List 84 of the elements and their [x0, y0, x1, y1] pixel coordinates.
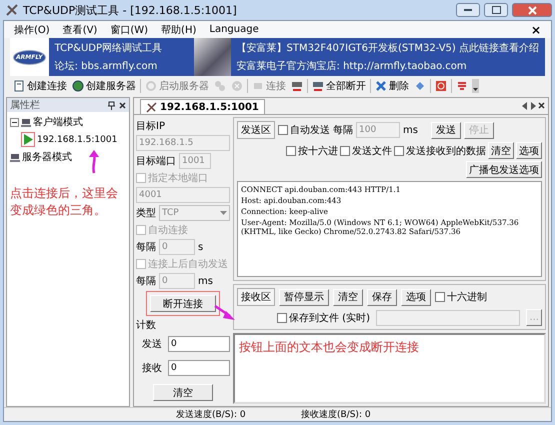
checkbox[interactable]: 按十六进 [286, 144, 338, 158]
collapse-icon[interactable] [10, 118, 19, 126]
product-link[interactable]: 【安富莱】STM32F407IGT6开发板(STM32-V5) 点此链接查看介绍 [236, 41, 539, 55]
maximize-button[interactable] [484, 3, 508, 17]
option-button[interactable]: 清空 [488, 142, 514, 159]
annotation-note: 点击连接后，这里会变成绿色的三角。 [10, 185, 119, 219]
toolbar-button[interactable]: 创建连接 [12, 78, 68, 92]
field-label: 每隔 [136, 241, 156, 254]
checkbox[interactable]: 自动发送 [278, 123, 330, 137]
field-label: 发送 [142, 338, 162, 351]
sent-count-field[interactable]: 0 [168, 336, 230, 352]
minimize-icon [464, 8, 472, 12]
menu-item[interactable]: 查看(V) [62, 22, 98, 36]
checkbox[interactable]: 发送文件 [340, 144, 392, 158]
menu-item[interactable]: Language [209, 24, 259, 35]
field-label: 目标IP [136, 120, 166, 133]
unit-label: ms [198, 276, 213, 286]
receive-text-area[interactable]: 按钮上面的文本也会变成断开连接 [233, 333, 546, 404]
app-icon [5, 3, 19, 17]
pointer-arrow [214, 305, 236, 321]
disconnect-button[interactable]: 断开连接 [150, 295, 216, 312]
toolbar-button[interactable]: 全部断开 [311, 78, 367, 92]
cross-icon [375, 80, 387, 92]
checkbox[interactable]: 发送接收到的数据 [394, 144, 486, 158]
annotation-note: 按钮上面的文本也会变成断开连接 [239, 340, 419, 354]
shop-link[interactable]: 安富莱电子官方淘宝店: http://armfly.taobao.com [236, 59, 539, 73]
photo-placeholder [194, 38, 231, 76]
field-label: 每隔 [333, 124, 353, 137]
field-label: 接收 [142, 362, 162, 375]
send-button[interactable]: 发送 [430, 122, 461, 138]
forum-link[interactable]: 论坛: bbs.armfly.com [54, 59, 188, 73]
globe-icon [72, 80, 84, 92]
close-icon [528, 6, 536, 14]
pointer-arrow [87, 150, 101, 174]
section-label: 发送区 [237, 121, 275, 139]
field-label: 目标端口 [136, 154, 176, 168]
unit-label: ms [403, 124, 418, 136]
scroll-right-icon[interactable] [530, 102, 536, 110]
receive-button[interactable]: 选项 [401, 288, 431, 306]
pin-icon[interactable] [108, 100, 115, 110]
option-button[interactable]: 广播包发送选项 [466, 161, 542, 178]
toolbar-button[interactable]: 创建服务器 [71, 78, 137, 92]
unit-label: s [198, 242, 204, 252]
power-icon [435, 80, 447, 92]
receive-button[interactable]: 清空 [333, 288, 363, 306]
menu-item[interactable]: 帮助(H) [161, 22, 196, 36]
field-label: 每隔 [136, 275, 156, 288]
window-title: TCP&UDP测试工具 - [192.168.1.5:1001] [23, 2, 238, 18]
menu-item[interactable]: 操作(O) [14, 22, 50, 36]
checkbox[interactable]: 十六进制 [435, 290, 487, 304]
send-text-area[interactable] [237, 181, 542, 277]
status-text: 接收速度(B/S): 0 [301, 408, 372, 421]
banner-title: TCP&UDP网络调试工具 [54, 42, 163, 55]
clear-button[interactable]: 清空 [153, 384, 213, 401]
receive-button[interactable]: 保存 [367, 288, 397, 306]
maximize-icon [492, 6, 500, 14]
computer-icon [10, 152, 20, 162]
document-icon [13, 80, 25, 92]
tree-item[interactable]: 192.168.1.5:1001 [37, 134, 118, 144]
computer-icon [21, 118, 31, 126]
close-button[interactable] [512, 3, 552, 17]
dropdown-arrow-icon [220, 211, 227, 215]
group-title: 计数 [136, 318, 157, 332]
close-icon[interactable] [119, 102, 126, 108]
panel-title: 属性栏 [10, 98, 41, 112]
overflow-icon[interactable] [472, 78, 479, 92]
tree-item[interactable]: 客户端模式 [33, 115, 83, 129]
close-circle-icon [231, 80, 243, 92]
toolbar-button[interactable]: 删除 [374, 78, 410, 92]
close-icon[interactable] [538, 102, 545, 109]
minimize-button[interactable] [456, 3, 480, 17]
toolbar-icon-button[interactable] [434, 80, 448, 92]
section-label: 接收区 [237, 288, 275, 306]
checkbox[interactable]: 保存到文件 (实时) [277, 310, 370, 324]
received-count-field[interactable]: 0 [168, 360, 230, 376]
menu-item[interactable]: 窗口(W) [110, 22, 148, 36]
option-button[interactable]: 选项 [516, 142, 542, 159]
field-label: 类型 [136, 206, 156, 220]
close-button[interactable]: × [530, 22, 541, 36]
tab[interactable]: 192.168.1.5:1001 [140, 99, 265, 114]
tree-item[interactable]: 服务器模式 [22, 150, 72, 164]
scroll-left-icon[interactable] [522, 102, 528, 110]
status-text: 发送速度(B/S): 0 [176, 408, 247, 421]
receive-button[interactable]: 暂停显示 [279, 288, 329, 306]
